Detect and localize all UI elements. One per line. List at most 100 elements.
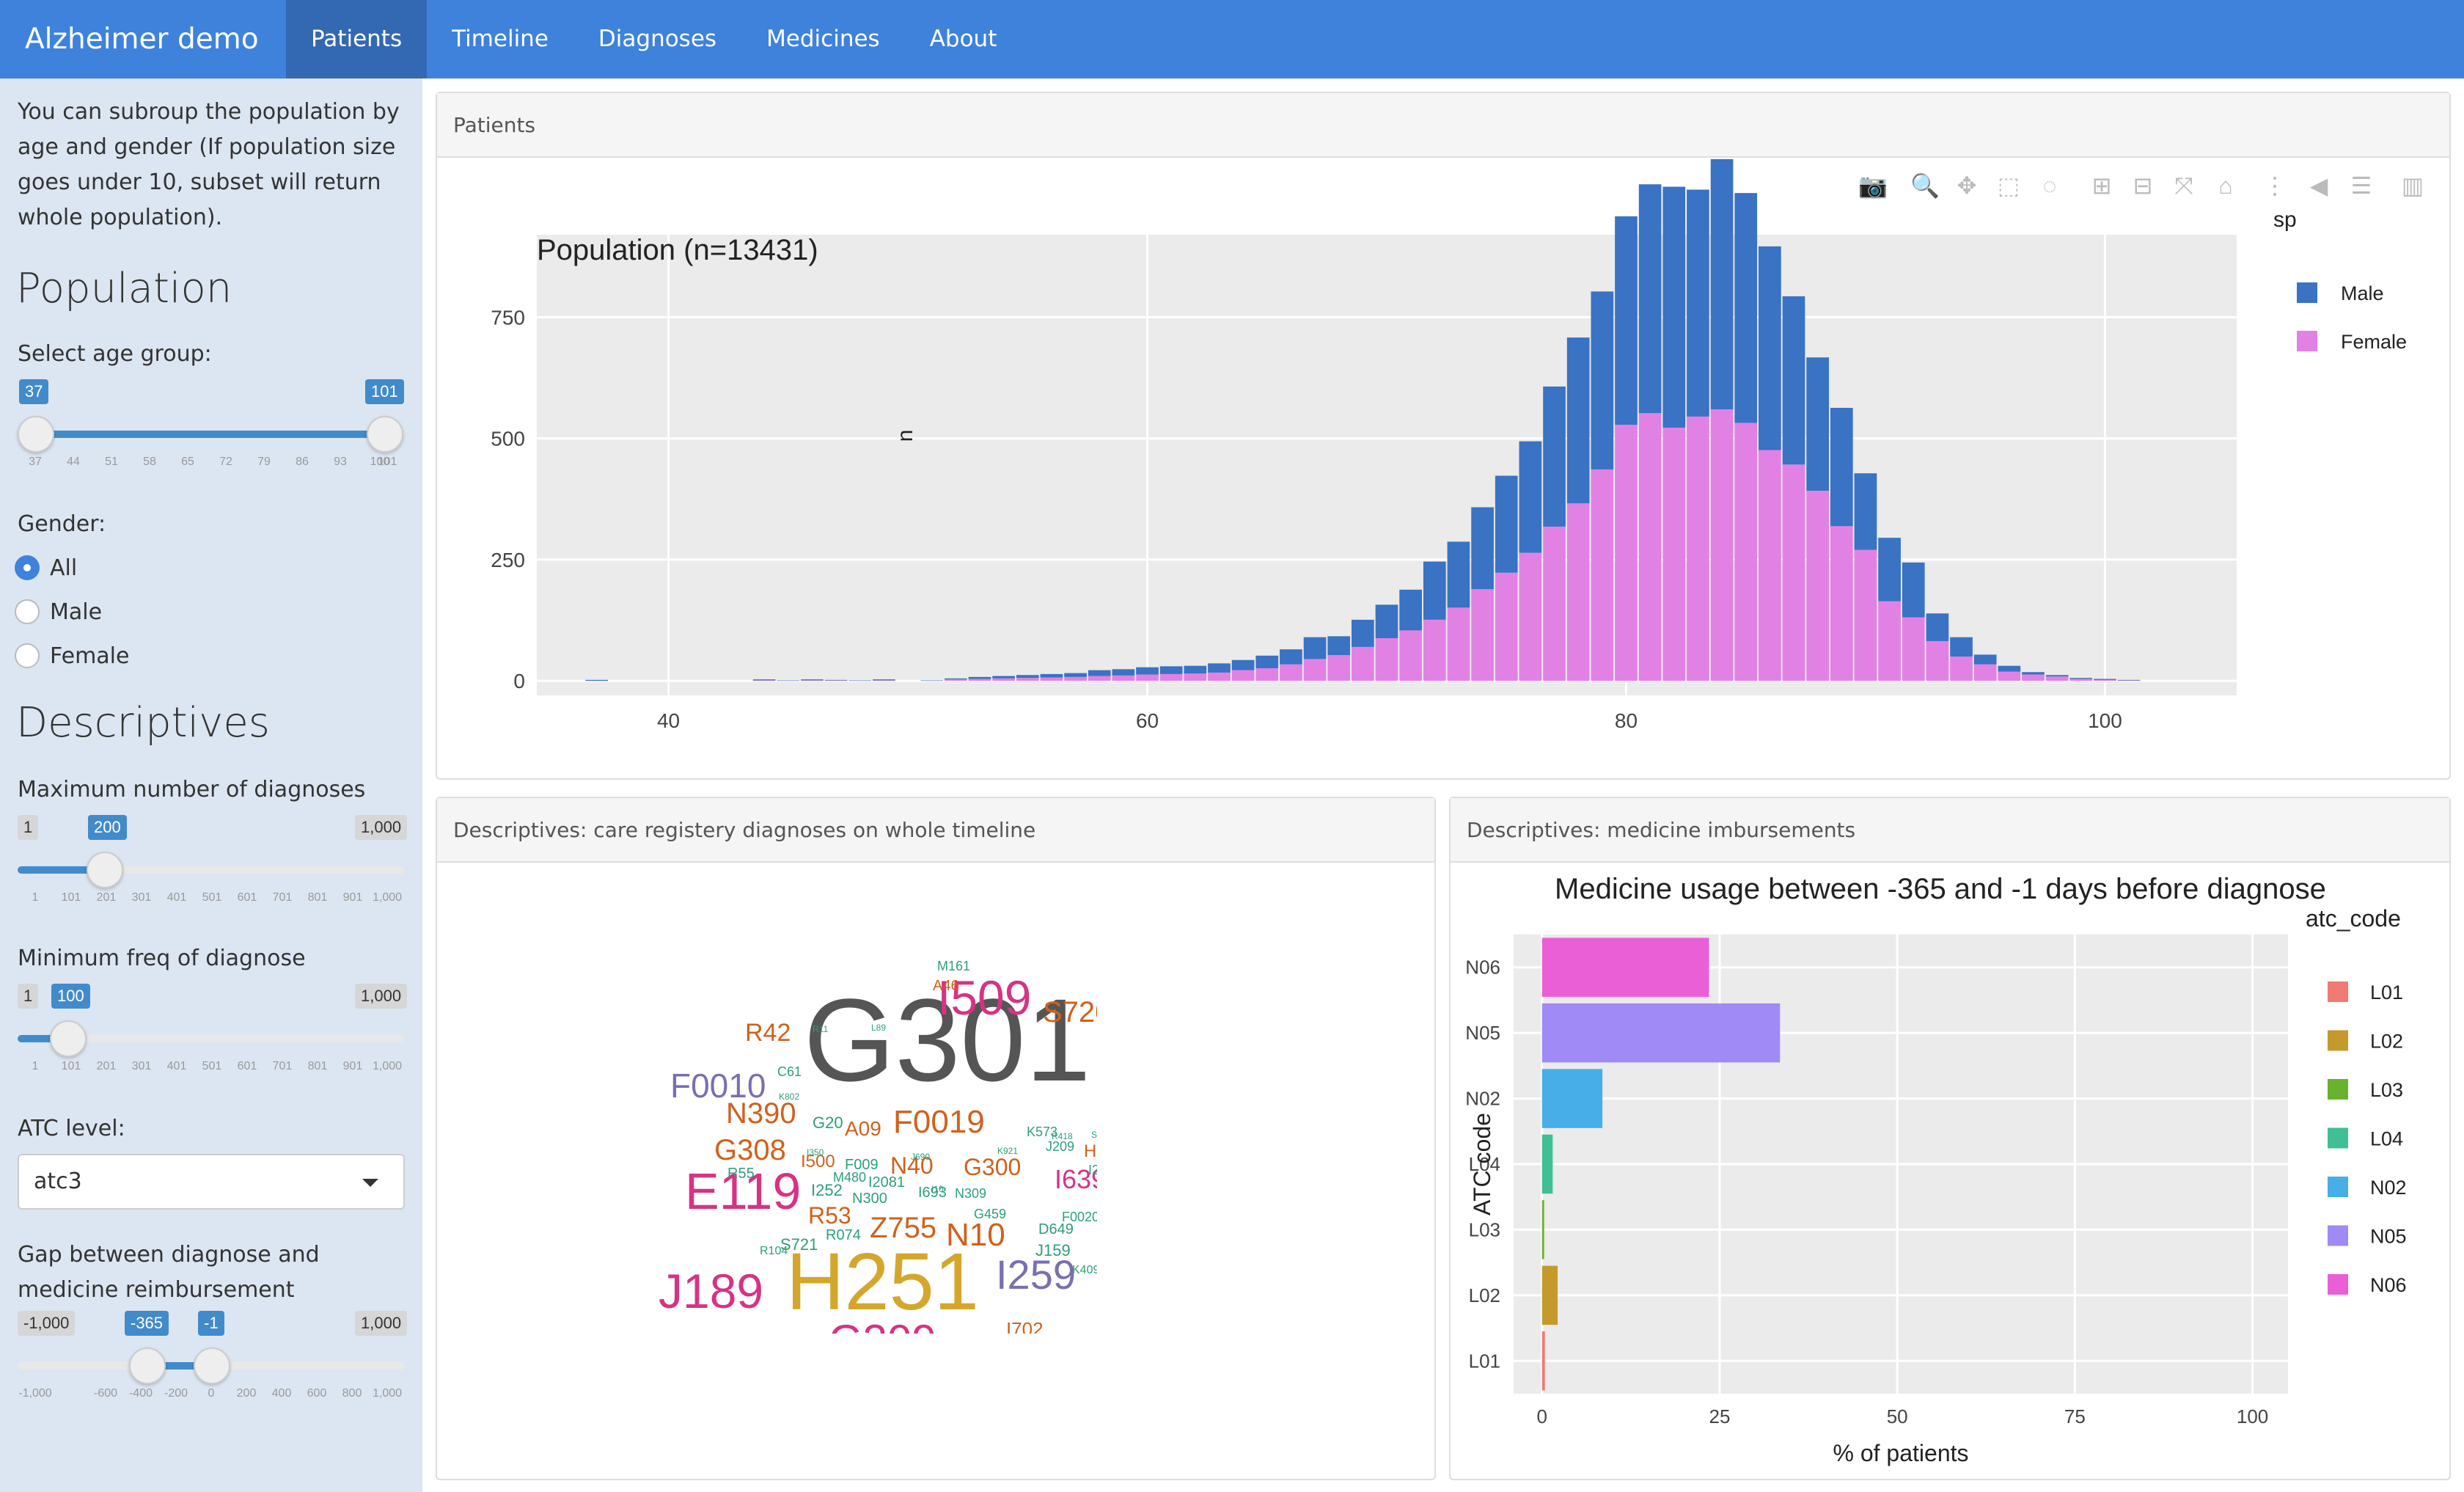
slider-min-badge: 1 — [18, 815, 39, 840]
slider-value-badge: 200 — [88, 815, 127, 840]
spike-icon[interactable]: ⋮ — [2263, 172, 2287, 199]
bar-male — [1255, 655, 1279, 668]
gender-option-male[interactable]: Male — [15, 590, 129, 634]
wordcloud-word: I10 — [931, 1184, 944, 1194]
gap-label: Gap between diagnose and medicine reimbu… — [18, 1242, 320, 1303]
min-freq-slider[interactable]: 1 100 1,000 1 101 201 301 401 501 601 70… — [18, 984, 408, 1072]
legend-swatch — [2328, 1030, 2348, 1051]
slider-value-badge: 100 — [51, 984, 90, 1009]
slider-min-badge: -1,000 — [18, 1311, 76, 1336]
slider-handle-to[interactable] — [367, 416, 403, 453]
wordcloud-word: I702 — [1006, 1317, 1044, 1334]
radio-icon[interactable] — [15, 643, 40, 668]
radio-selected-icon[interactable] — [15, 555, 40, 580]
bar-male — [1759, 246, 1781, 450]
chart-title: Population (n=13431) — [537, 234, 818, 266]
zoom-icon[interactable]: 🔍 — [1910, 171, 1940, 199]
population-chart[interactable]: 0 250 500 750 40 60 80 100 Population (n=13431) n… — [437, 159, 2449, 780]
population-heading: Population — [16, 265, 232, 312]
bar-male — [1159, 666, 1183, 674]
zoom-out-icon[interactable]: ⊟ — [2133, 172, 2153, 199]
reset-icon[interactable]: ⌂ — [2218, 172, 2232, 199]
wordcloud-word: F0019 — [893, 1104, 985, 1141]
slider-handle-from[interactable] — [129, 1347, 166, 1384]
tick-label: 501 — [202, 1060, 222, 1072]
y-tick-label: N05 — [1465, 1022, 1500, 1044]
bar-male — [2069, 678, 2093, 679]
slider-handle-to[interactable] — [194, 1347, 230, 1384]
legend-swatch — [2328, 981, 2348, 1002]
y-tick-label: L02 — [1469, 1284, 1500, 1306]
lasso-icon[interactable]: ◌ — [2042, 172, 2056, 199]
atc-level-select[interactable]: atc3 — [18, 1154, 405, 1210]
wordcloud-word: M480 — [833, 1169, 867, 1185]
bar-female — [1352, 646, 1374, 681]
bar-male — [1687, 189, 1709, 417]
max-diag-slider[interactable]: 1 200 1,000 1 101 201 301 401 501 601 70… — [18, 815, 408, 904]
wordcloud-word: N390 — [726, 1097, 796, 1130]
wordcloud-word: R42 — [745, 1019, 791, 1047]
hover-closest-icon[interactable]: ◀ — [2310, 172, 2328, 199]
tab-patients[interactable]: Patients — [286, 0, 428, 78]
wordcloud-word: R074 — [826, 1227, 861, 1243]
wordcloud-word: D649 — [1038, 1221, 1074, 1237]
tab-timeline[interactable]: Timeline — [427, 0, 573, 78]
bar-male — [1399, 589, 1422, 631]
medicine-panel: Descriptives: medicine imbursements 0 25 5… — [1449, 797, 2451, 1480]
patients-panel: Patients 0 250 500 750 40 60 80 100 Population (… — [436, 92, 2451, 780]
descriptives-heading: Descriptives — [16, 699, 270, 747]
x-tick-label: 50 — [1887, 1405, 1908, 1427]
slider-handle-from[interactable] — [18, 416, 54, 453]
plotly-logo-icon[interactable]: ▥ — [2402, 172, 2424, 199]
bar-male — [1782, 296, 1805, 465]
bar-female — [1016, 678, 1039, 681]
pan-icon[interactable]: ✥ — [1957, 172, 1977, 199]
bar-female — [1040, 677, 1063, 681]
tick-label: 65 — [181, 456, 194, 468]
bar-male — [1710, 159, 1734, 409]
tab-diagnoses[interactable]: Diagnoses — [573, 0, 741, 78]
wordcloud-word: N10 — [946, 1217, 1005, 1254]
bar-male — [801, 679, 824, 681]
zoom-in-icon[interactable]: ⊞ — [2092, 172, 2112, 199]
gender-option-female[interactable]: Female — [15, 634, 129, 678]
legend-swatch — [2328, 1177, 2348, 1197]
x-tick-label: 60 — [1136, 709, 1159, 732]
bar-male — [1447, 541, 1470, 608]
bar-male — [1375, 604, 1398, 638]
wordcloud-word: C61 — [777, 1064, 802, 1079]
tick-label: 86 — [296, 456, 309, 468]
age-slider[interactable]: 37 101 37 44 51 58 65 72 79 86 93 100 10… — [18, 379, 405, 468]
wordcloud-word: G308 — [714, 1134, 786, 1166]
camera-icon[interactable]: 📷 — [1858, 172, 1888, 199]
radio-icon[interactable] — [15, 599, 40, 624]
bar-female — [1926, 640, 1949, 681]
slider-handle[interactable] — [87, 852, 123, 888]
slider-from-badge: -365 — [125, 1311, 169, 1336]
gender-option-all[interactable]: All — [15, 546, 129, 590]
tick-label: 600 — [307, 1387, 327, 1400]
slider-handle[interactable] — [50, 1020, 87, 1057]
wordcloud-word: N309 — [955, 1185, 987, 1201]
legend-swatch — [2328, 1079, 2348, 1100]
diagnosis-wordcloud: G301H251I48E119J189I509F0010I259N390G308… — [642, 952, 1097, 1334]
bar-l04 — [1541, 1134, 1553, 1194]
gap-slider[interactable]: -1,000 -365 -1 1,000 -1,000 -600 -400 -2… — [18, 1311, 408, 1400]
autoscale-icon[interactable]: ⤧ — [2174, 172, 2193, 199]
chart-title: Medicine usage between -365 and -1 days … — [1555, 873, 2326, 905]
medicine-usage-chart[interactable]: 0 25 50 75 100 L01 L02 L03 L04 N02 N05 N06 Medicine … — [1451, 864, 2449, 1480]
bar-female — [1902, 617, 1925, 681]
box-select-icon[interactable]: ⬚ — [1998, 172, 2020, 199]
hover-compare-icon[interactable]: ☰ — [2351, 172, 2372, 199]
tab-about[interactable]: About — [905, 0, 1022, 78]
diagnoses-panel: Descriptives: care registery diagnoses o… — [436, 797, 1436, 1480]
wordcloud-word: G309 — [829, 1319, 936, 1334]
wordcloud-word: A46 — [933, 978, 959, 994]
app-brand[interactable]: Alzheimer demo — [0, 0, 286, 78]
tab-medicines[interactable]: Medicines — [741, 0, 905, 78]
wordcloud-word: I259 — [996, 1251, 1076, 1298]
bar-male — [1303, 637, 1327, 659]
bar-female — [1447, 607, 1470, 681]
x-tick-label: 80 — [1615, 709, 1638, 732]
slider-max-badge: 1,000 — [355, 815, 408, 840]
